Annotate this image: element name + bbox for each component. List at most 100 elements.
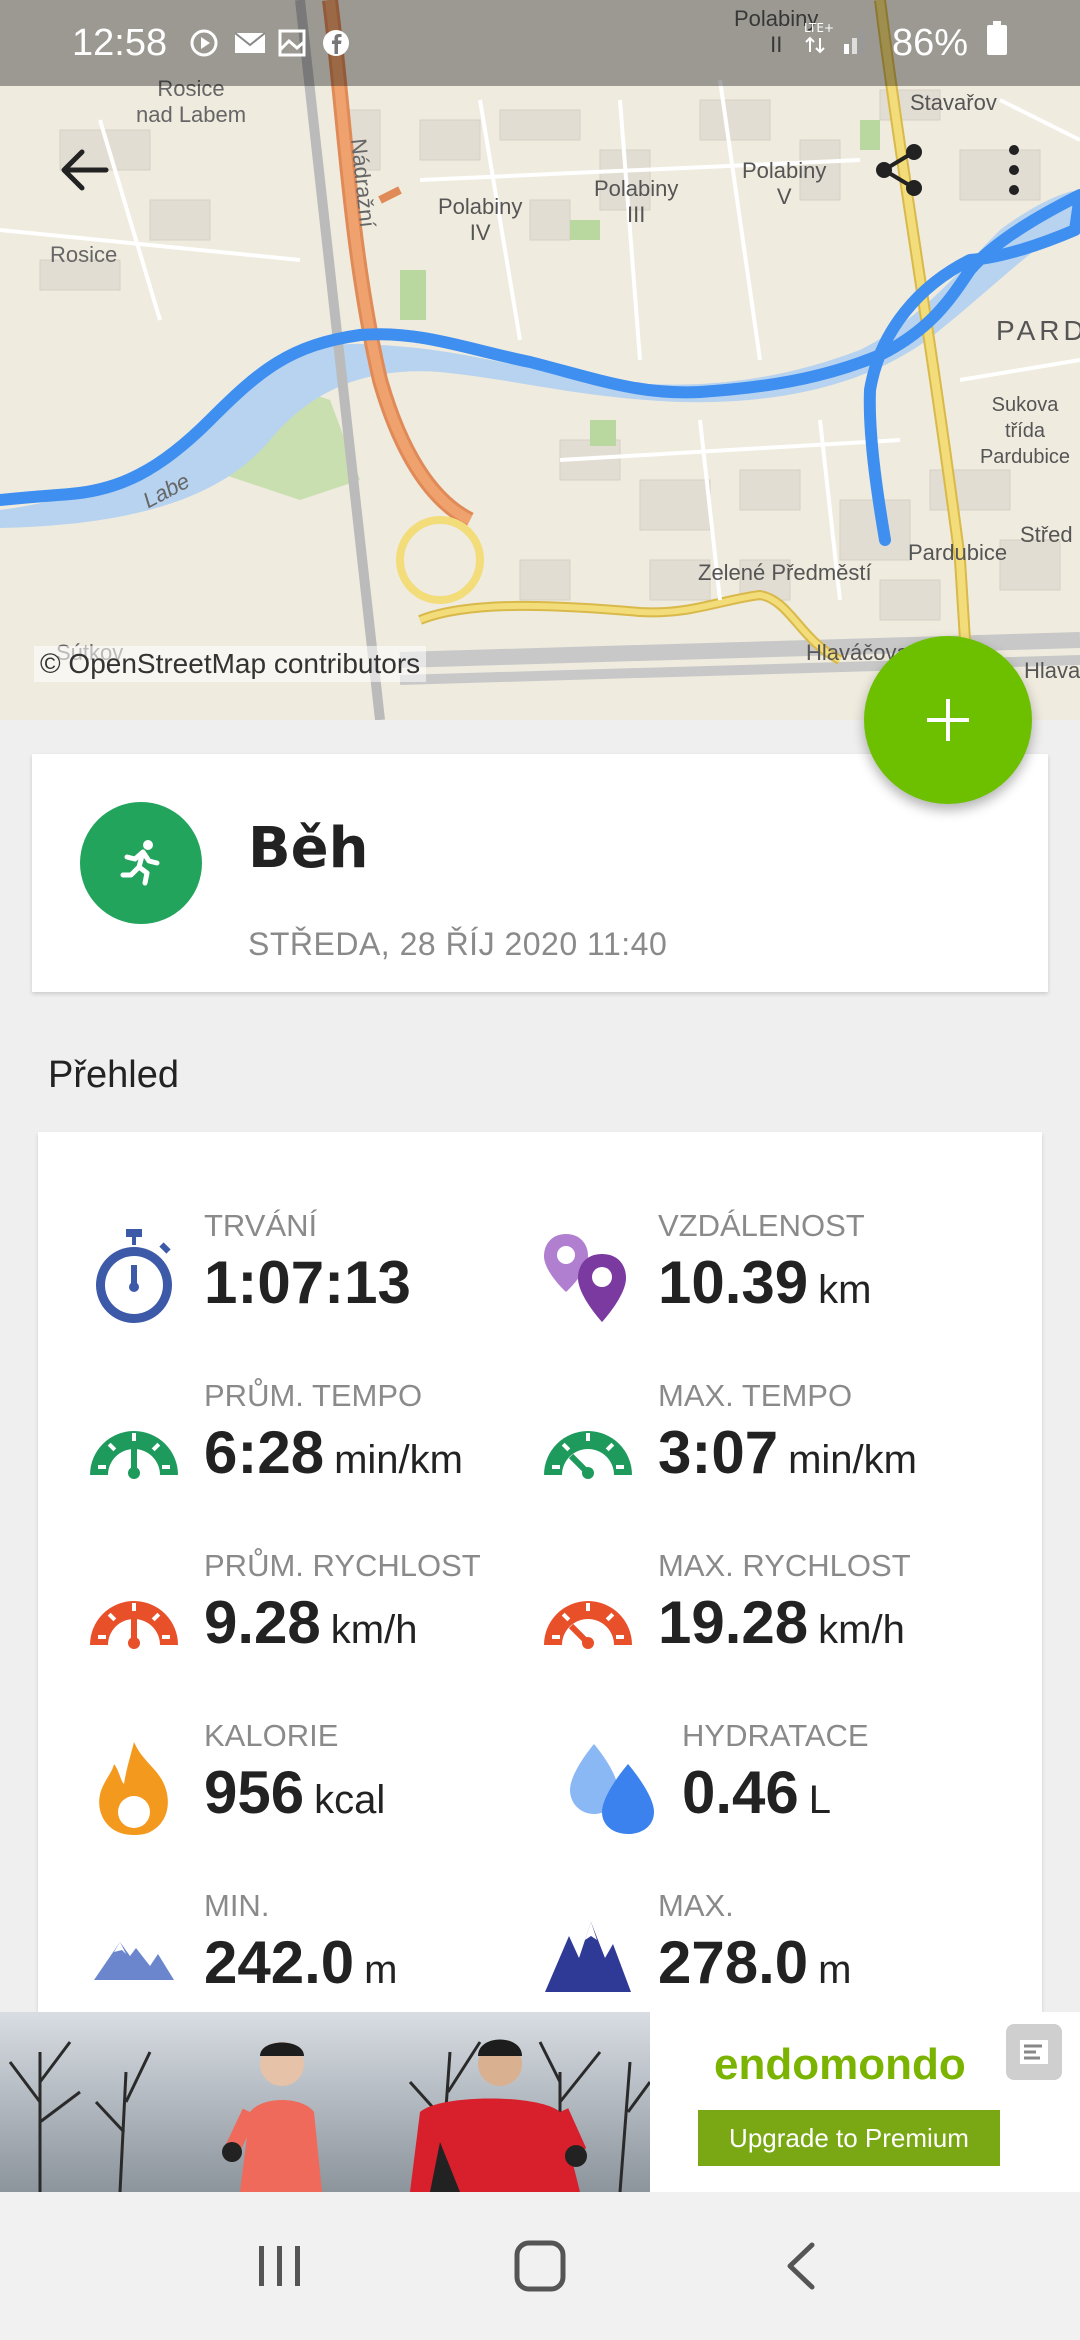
stat-value: 10.39 [658,1249,809,1316]
map-label-sukova: Sukova třída Pardubice [979,394,1071,468]
map-label-polabiny-iv: Polabiny IV [438,194,523,245]
stat-avg-speed: PRŮM. RYCHLOST 9.28 km/h [84,1548,544,1678]
more-options-button[interactable] [974,130,1054,210]
stat-unit: km/h [818,1608,905,1652]
stat-label: KALORIE [204,1718,339,1753]
max-altitude-mountains-icon [538,1908,638,2008]
avg-speed-gauge-icon [84,1568,184,1668]
recent-apps-icon [259,2246,300,2286]
plus-icon [927,699,969,741]
max-speed-gauge-icon [538,1568,638,1668]
battery-icon [986,21,1008,65]
stat-min-altitude: MIN. 242.0 m [84,1888,544,2012]
network-icon: LTE+ [804,18,874,68]
home-icon [514,2240,566,2292]
stat-unit: L [808,1778,832,1822]
stat-value: 242.0 [204,1929,355,1996]
stat-label: MAX. TEMPO [658,1378,853,1413]
ad-choices-icon[interactable] [1006,2024,1062,2080]
ad-banner[interactable]: endomondo Upgrade to Premium [0,2012,1080,2192]
endomondo-logo: endomondo [714,2040,966,2089]
svg-text:LTE+: LTE+ [804,21,834,35]
ad-panel: endomondo Upgrade to Premium [650,2012,1080,2192]
stat-value: 956 [204,1759,305,1826]
stat-value: 1:07:13 [204,1249,411,1316]
share-icon [876,144,922,196]
media-icon [189,28,219,58]
stat-label: MAX. [658,1888,734,1923]
avg-pace-gauge-icon [84,1398,184,1498]
stat-value: 3:07 [658,1419,779,1486]
stat-value: 19.28 [658,1589,809,1656]
back-button[interactable] [44,130,124,210]
stat-value: 278.0 [658,1929,809,1996]
status-bar: 12:58 LTE+ 86% [0,0,1080,86]
stat-value: 0.46 [682,1759,799,1826]
overview-heading: Přehled [48,1054,179,1096]
stat-label: TRVÁNÍ [204,1208,318,1243]
battery-text: 86% [891,21,968,64]
stat-label: VZDÁLENOST [658,1208,865,1243]
map-label-polabiny-iii: Polabiny III [594,176,679,227]
activity-date: STŘEDA, 28 ŘÍJ 2020 11:40 [248,926,668,962]
water-drops-icon [562,1738,662,1838]
stat-unit: km/h [330,1608,418,1652]
running-icon [120,840,160,886]
status-time: 12:58 [72,21,168,64]
stat-label: MIN. [204,1888,270,1923]
map-label-stred: Střed [1020,522,1073,547]
location-pins-icon [538,1228,638,1328]
max-pace-gauge-icon [538,1398,638,1498]
stat-label: PRŮM. RYCHLOST [204,1548,481,1583]
stats-card: TRVÁNÍ 1:07:13 VZDÁLENOST 10.39 km PRŮM. … [38,1132,1042,2012]
stat-distance: VZDÁLENOST 10.39 km [538,1208,998,1338]
stat-label: MAX. RYCHLOST [658,1548,911,1583]
facebook-icon [321,28,351,58]
stat-unit: m [364,1948,398,1992]
home-button[interactable] [495,2221,585,2311]
activity-title: Běh [248,816,369,881]
map-label-pard: PARD [996,315,1080,346]
stat-avg-pace: PRŮM. TEMPO 6:28 min/km [84,1378,544,1508]
stat-max-pace: MAX. TEMPO 3:07 min/km [538,1378,998,1508]
add-fab-button[interactable] [864,636,1032,804]
min-altitude-mountains-icon [84,1908,184,2008]
stat-unit: km [818,1268,872,1312]
map-label-pardubice: Pardubice [908,540,1008,565]
stat-unit: min/km [788,1438,917,1482]
stat-value: 9.28 [204,1589,321,1656]
back-icon [787,2242,815,2290]
ad-runners-image [0,2012,650,2192]
system-nav-bar [0,2192,1080,2340]
map-label-zelene-predmesti: Zelené Předměstí [698,560,872,585]
gallery-icon [277,28,307,58]
stat-hydration: HYDRATACE 0.46 L [562,1718,1022,1848]
flame-icon [84,1738,184,1838]
map-label-polabiny-v: Polabiny V [742,158,827,209]
upgrade-premium-button[interactable]: Upgrade to Premium [698,2110,1000,2166]
stat-label: PRŮM. TEMPO [204,1378,423,1413]
sport-badge [80,802,202,924]
stopwatch-icon [84,1228,184,1328]
map-attribution[interactable]: © OpenStreetMap contributors [34,646,427,682]
arrow-back-icon [61,149,109,191]
stat-max-altitude: MAX. 278.0 m [538,1888,998,2012]
recent-apps-button[interactable] [235,2221,325,2311]
map-label-stavarov: Stavařov [910,90,997,115]
stat-unit: kcal [314,1778,386,1822]
stat-label: HYDRATACE [682,1718,869,1753]
activity-header-card: Běh STŘEDA, 28 ŘÍJ 2020 11:40 [32,754,1048,992]
stat-max-speed: MAX. RYCHLOST 19.28 km/h [538,1548,998,1678]
stat-duration: TRVÁNÍ 1:07:13 [84,1208,544,1338]
stat-unit: min/km [334,1438,463,1482]
stat-calories: KALORIE 956 kcal [84,1718,544,1848]
mail-icon [233,28,266,58]
more-vert-icon [1009,145,1019,195]
back-nav-button[interactable] [755,2221,845,2311]
stat-unit: m [818,1948,852,1992]
stat-value: 6:28 [204,1419,325,1486]
map-label-rosice: Rosice [50,242,118,267]
map-label-hlava: Hlava [1024,658,1080,683]
route-map[interactable]: Rosice nad Labem Rosice Nádražní Polabiny… [0,0,1080,720]
share-button[interactable] [860,130,940,210]
